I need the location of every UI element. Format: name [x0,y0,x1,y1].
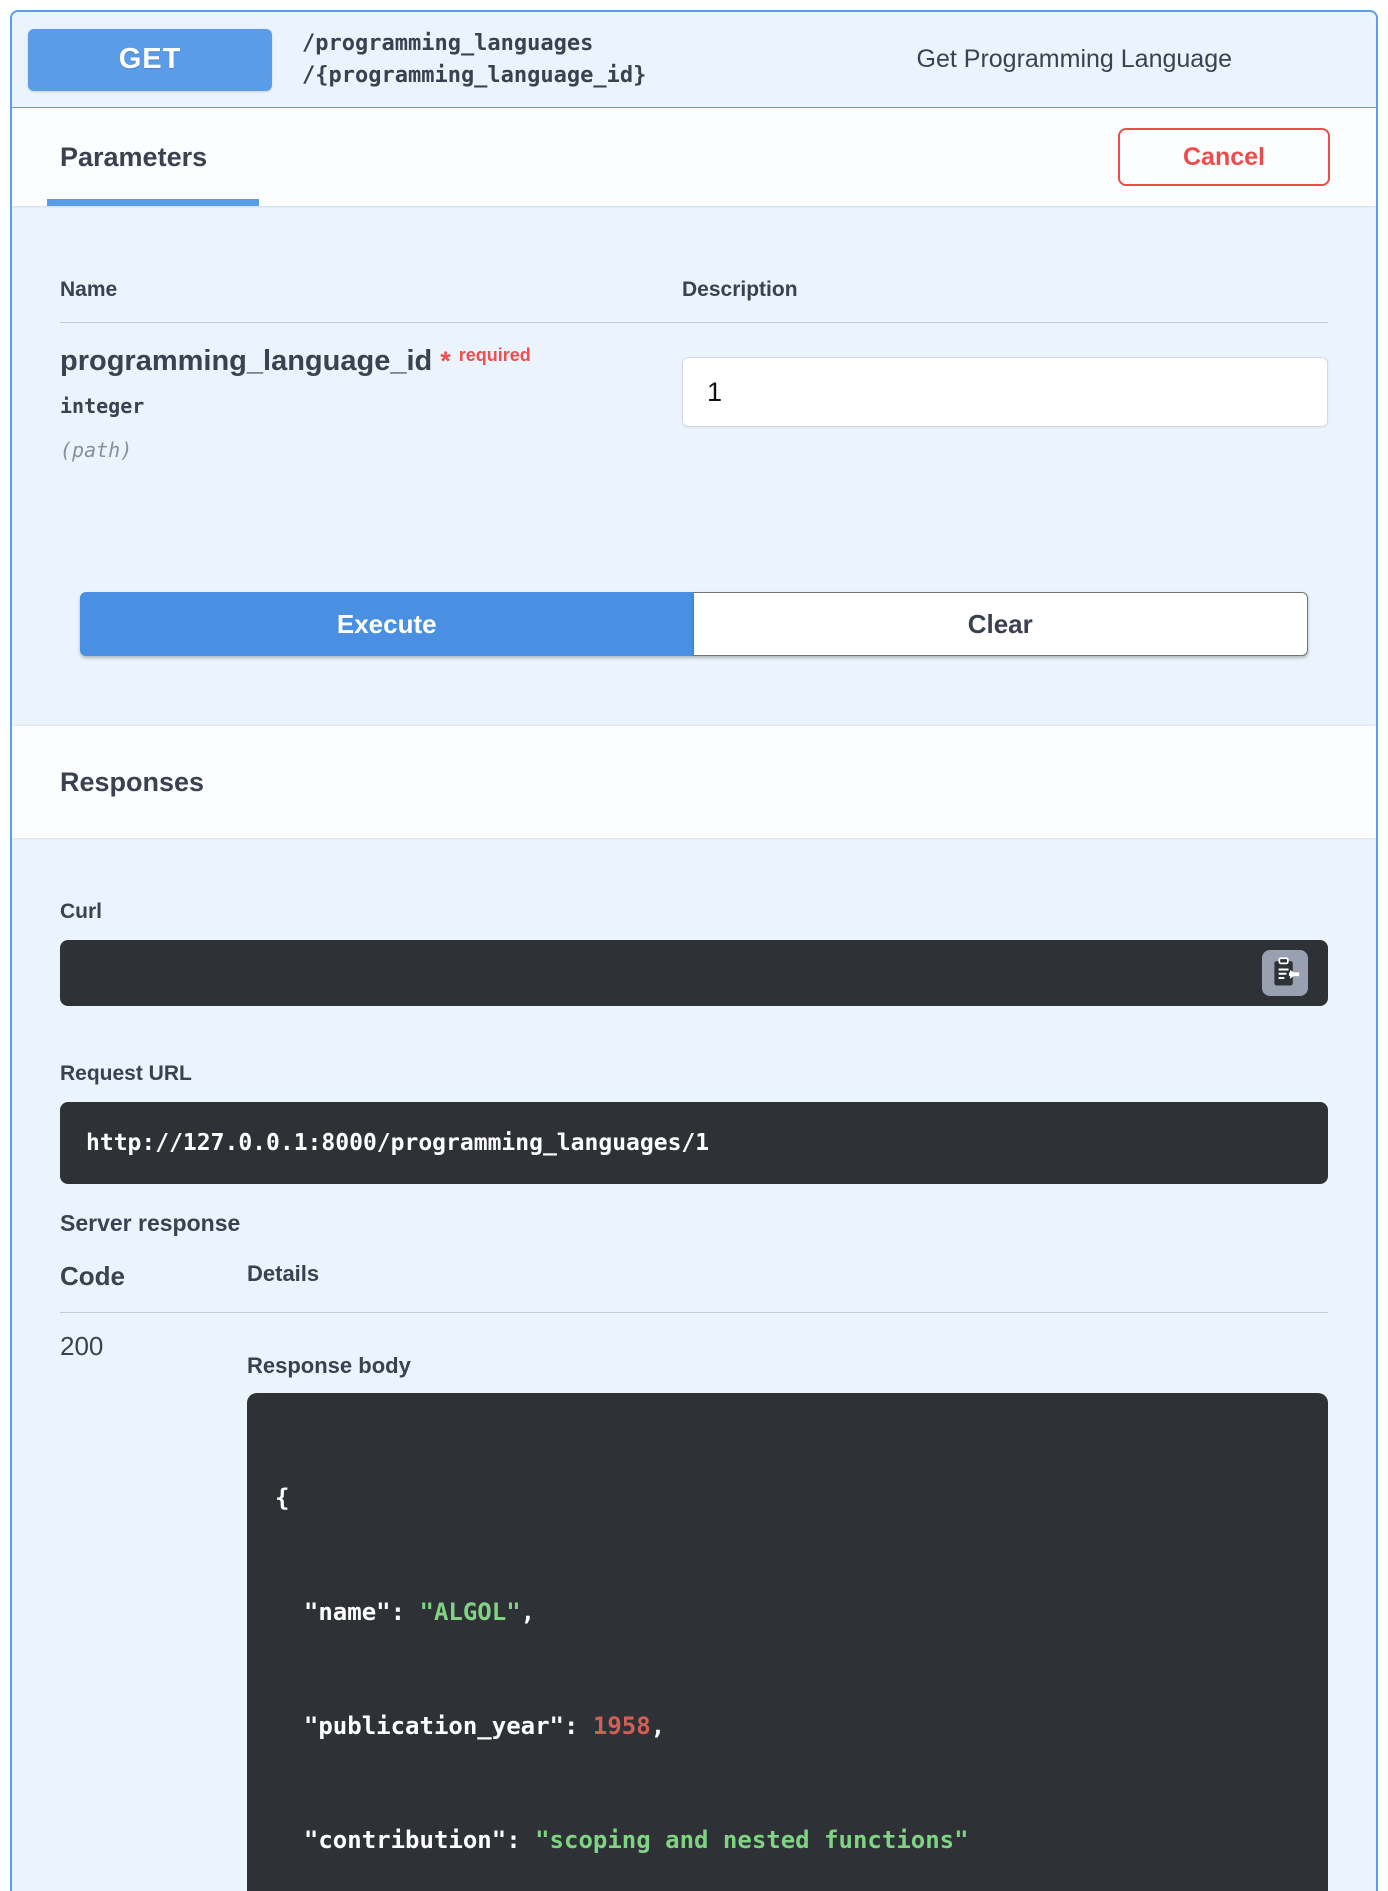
endpoint-path-line2: /{programming_language_id} [302,60,646,92]
parameter-type: integer [60,394,672,418]
json-line-open: { [275,1479,1300,1517]
code-column-header: Code [60,1261,247,1292]
request-url-value: http://127.0.0.1:8000/programming_langua… [60,1102,1328,1184]
tab-parameters[interactable]: Parameters [60,142,207,173]
status-code: 200 [60,1313,247,1891]
parameter-name: programming_language_id [60,345,432,377]
cancel-button[interactable]: Cancel [1118,128,1330,186]
server-response-label: Server response [60,1210,1328,1237]
responses-area: Curl curl -X GET "http://127.0.0.1:8000/… [12,900,1376,1891]
request-url-label: Request URL [60,1062,1328,1086]
parameters-table-head: Name Description [60,278,1328,302]
endpoint-path: /programming_languages /{programming_lan… [302,28,646,92]
copy-curl-button[interactable] [1262,950,1308,996]
response-body-label: Response body [247,1353,1328,1379]
server-response-table-head: Code Details [60,1261,1328,1292]
execute-button[interactable]: Execute [80,592,694,656]
operation-block-get: GET /programming_languages /{programming… [10,10,1378,1891]
parameter-name-cell: programming_language_id * required integer… [60,345,672,462]
json-line-publication-year: "publication_year": 1958, [275,1707,1300,1745]
curl-label: Curl [60,900,1328,924]
method-badge: GET [28,29,272,91]
response-details-cell: Response body { "name": "ALGOL", "public… [247,1313,1328,1891]
endpoint-summary: Get Programming Language [917,45,1232,74]
json-line-name: "name": "ALGOL", [275,1593,1300,1631]
responses-title: Responses [60,767,204,798]
name-column-header: Name [60,278,672,302]
server-response-row: 200 Response body { "name": "ALGOL", "pu… [60,1313,1328,1891]
endpoint-path-line1: /programming_languages [302,28,646,60]
copy-clipboard-icon [1268,956,1302,990]
parameter-location: (path) [60,438,672,462]
parameter-name-line: programming_language_id * required [60,345,672,378]
json-line-contribution: "contribution": "scoping and nested func… [275,1821,1300,1859]
response-body-json: { "name": "ALGOL", "publication_year": 1… [247,1393,1328,1891]
parameters-area: Name Description programming_language_id… [12,278,1376,656]
curl-command: curl -X GET "http://127.0.0.1:8000/progr… [60,940,1328,1006]
tab-active-underline [47,199,259,206]
details-column-header: Details [247,1261,1328,1292]
execute-clear-row: Execute Clear [80,592,1308,656]
clear-button[interactable]: Clear [694,592,1309,656]
parameter-description-cell [672,345,1328,462]
responses-section-header: Responses [12,726,1376,838]
description-column-header: Description [672,278,1328,302]
parameters-section-header: Parameters Cancel [12,108,1376,206]
endpoint-header[interactable]: GET /programming_languages /{programming… [12,12,1376,108]
parameter-row: programming_language_id * required integer… [60,345,1328,462]
required-star: * [440,346,451,376]
table-head-divider [60,322,1328,323]
required-label: required [459,345,531,365]
swagger-page: GET /programming_languages /{programming… [0,0,1388,1891]
parameter-value-input[interactable] [682,357,1328,427]
